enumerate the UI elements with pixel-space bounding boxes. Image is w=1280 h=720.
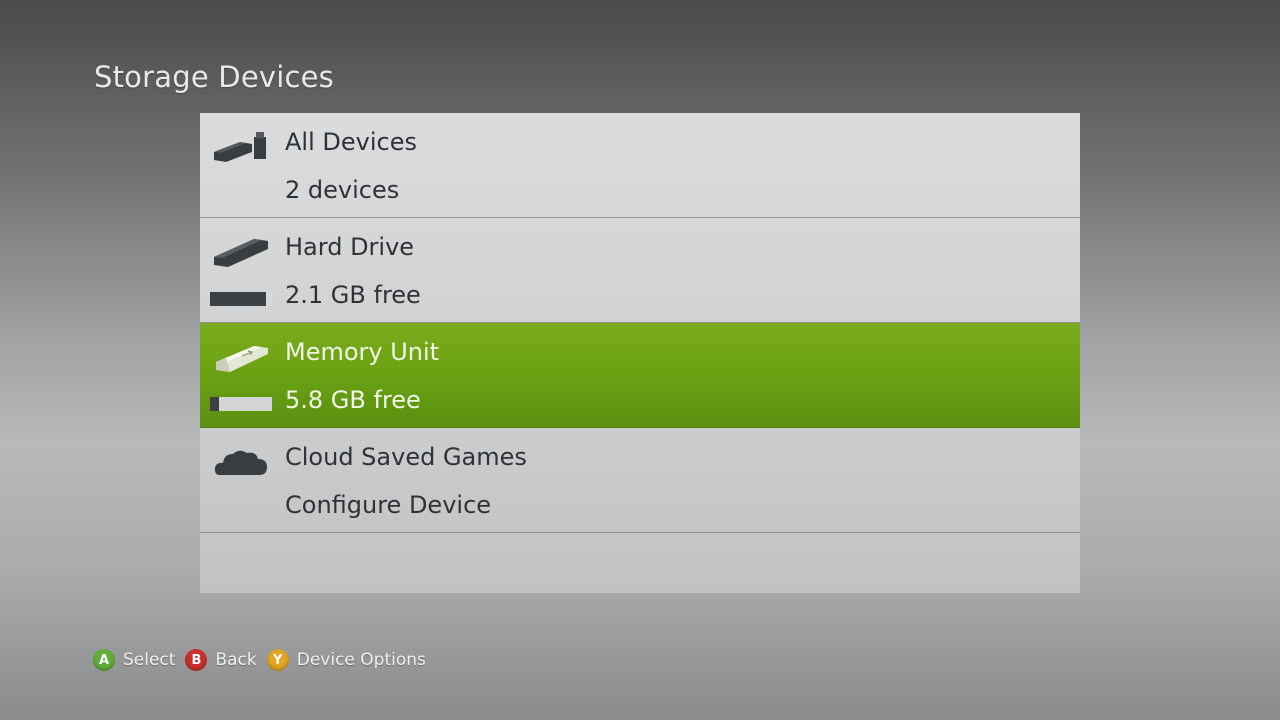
storage-meter-fill xyxy=(210,292,266,306)
device-title: All Devices xyxy=(285,128,417,156)
device-title: Hard Drive xyxy=(285,233,415,261)
memory-unit-icon xyxy=(212,340,270,376)
storage-meter xyxy=(210,292,272,306)
device-title: Memory Unit xyxy=(285,338,440,366)
device-title: Cloud Saved Games xyxy=(285,443,527,471)
back-hint[interactable]: B Back xyxy=(185,649,257,671)
storage-meter-fill xyxy=(210,397,219,411)
b-button-icon: B xyxy=(185,649,208,671)
button-hints-bar: A Select B Back Y Device Options xyxy=(93,648,436,672)
page-title: Storage Devices xyxy=(94,60,334,94)
device-free-space: 2.1 GB free xyxy=(285,281,421,309)
y-button-icon: Y xyxy=(266,649,289,671)
a-button-icon: A xyxy=(93,649,115,671)
device-row-memory-unit[interactable]: Memory Unit 5.8 GB free xyxy=(200,323,1080,428)
select-hint[interactable]: A Select xyxy=(93,649,175,671)
device-options-hint[interactable]: Y Device Options xyxy=(266,649,426,671)
device-row-cloud-saved-games[interactable]: Cloud Saved Games Configure Device xyxy=(200,428,1080,533)
storage-meter xyxy=(210,397,272,411)
hard-drive-icon xyxy=(212,235,270,271)
device-row-all-devices[interactable]: All Devices 2 devices xyxy=(200,113,1080,218)
device-row-hard-drive[interactable]: Hard Drive 2.1 GB free xyxy=(200,218,1080,323)
device-subtitle: 2 devices xyxy=(285,176,400,204)
device-subtitle: Configure Device xyxy=(285,491,492,519)
all-devices-icon xyxy=(212,130,270,166)
select-label: Select xyxy=(123,650,176,670)
device-list: All Devices 2 devices Hard Drive 2.1 GB … xyxy=(200,113,1080,593)
device-options-label: Device Options xyxy=(296,650,426,670)
device-free-space: 5.8 GB free xyxy=(285,386,421,414)
back-label: Back xyxy=(215,650,257,670)
cloud-icon xyxy=(212,445,270,481)
